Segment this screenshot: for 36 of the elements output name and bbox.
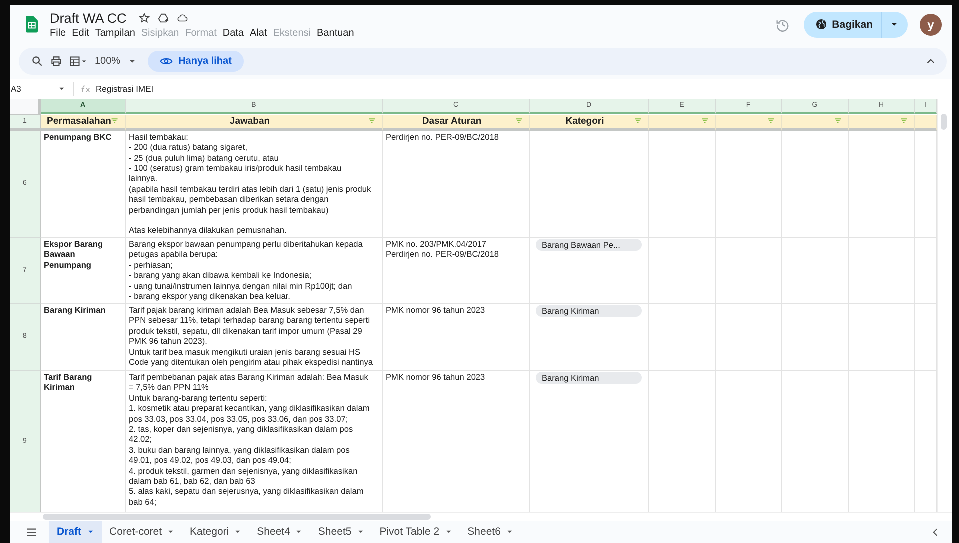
menu-item[interactable]: Data [222,28,244,39]
sheet-tab[interactable]: Kategori [182,519,250,543]
sheet-tab[interactable]: Coret-coret [102,519,182,543]
sheet-tab[interactable]: Sheet6 [460,519,521,543]
sheet-tab[interactable]: Draft [49,519,102,543]
avatar[interactable]: y [920,14,942,36]
sheet-tab[interactable]: Pivot Table 2 [372,519,460,543]
formula-field[interactable]: Registrasi IMEI [96,84,154,94]
header-label: Kategori [564,116,606,127]
sheet-tab[interactable]: Sheet5 [310,519,372,543]
category-chip[interactable]: Barang Bawaan Pe... [536,238,642,251]
header-label: Permasalahan [47,116,112,127]
cell-reference[interactable]: A3 [11,84,59,94]
table-cell: Perdirjen no. PER-09/BC/2018 [383,130,530,238]
category-chip[interactable]: Barang Kiriman [536,304,642,317]
document-title[interactable]: Draft WA CC [50,10,127,26]
menu-item[interactable]: Bantuan [317,28,354,39]
table-cell: Tarif pajak barang kiriman adalah Bea Masuk sebesar 7,5% dan PPN sebesar 11%, tetapi terhadap barang barang tertentu seperti produk tekstil, sepatu, dll dikenakan tarif impor umum (Pasal 29 PMK 96 tahun 2023). Untuk tarif bea masuk mengikuti uraian jenis barang sesuai HS Code yang ditentukan oleh pengirim atau pihak ekspedisi nantinya [126,304,383,371]
table-cell: Penumpang BKC [41,130,126,238]
table-cell: PMK no. 203/PMK.04/2017 Perdirjen no. PER-09/BC/2018 [383,238,530,304]
header-label: Jawaban [228,116,272,127]
table-cell: PMK nomor 96 tahun 2023 [383,304,530,371]
category-chip[interactable]: Barang Kiriman [536,372,642,384]
sheet-tab[interactable]: Sheet4 [249,519,310,543]
table-cell: Hasil tembakau: - 200 (dua ratus) batang sigaret, - 25 (dua puluh lima) batang cerutu, atau - 100 (seratus) gram tembakau iris/produk hasil tembakau lainnya. (apabila hasil tembakau terdiri atas lebih dari 1 (satu) jenis produk hasil tembakau, pembebasan diberikan setara dengan perbandingan jumlah per jenis produk hasil tembakau) Atas kelebihannya dilakukan pemusnahan. [126,130,383,238]
menu-item[interactable]: File [50,28,66,39]
view-only-button[interactable]: Hanya lihat [148,50,244,72]
menu-item[interactable]: Edit [72,28,90,39]
menu-item[interactable]: Tampilan [95,28,136,39]
zoom-dropdown[interactable]: 100% [95,56,121,67]
menu-item[interactable]: Alat [250,28,268,39]
share-button[interactable]: Bagikan [804,12,908,38]
table-cell: Ekspor Barang Bawaan Penumpang [41,238,126,304]
header-label: Dasar Aturan [421,116,483,127]
table-cell: Barang Kiriman [41,304,126,371]
table-cell: Barang ekspor bawaan penumpang perlu diberitahukan kepada petugas apabila berupa: - perhiasan; - barang yang akan dibawa kembali ke Indonesia; - uang tunai/instrumen lainnya dengan nilai min Rp100jt; dan - barang ekspor yang dikenakan bea keluar. [126,238,383,304]
